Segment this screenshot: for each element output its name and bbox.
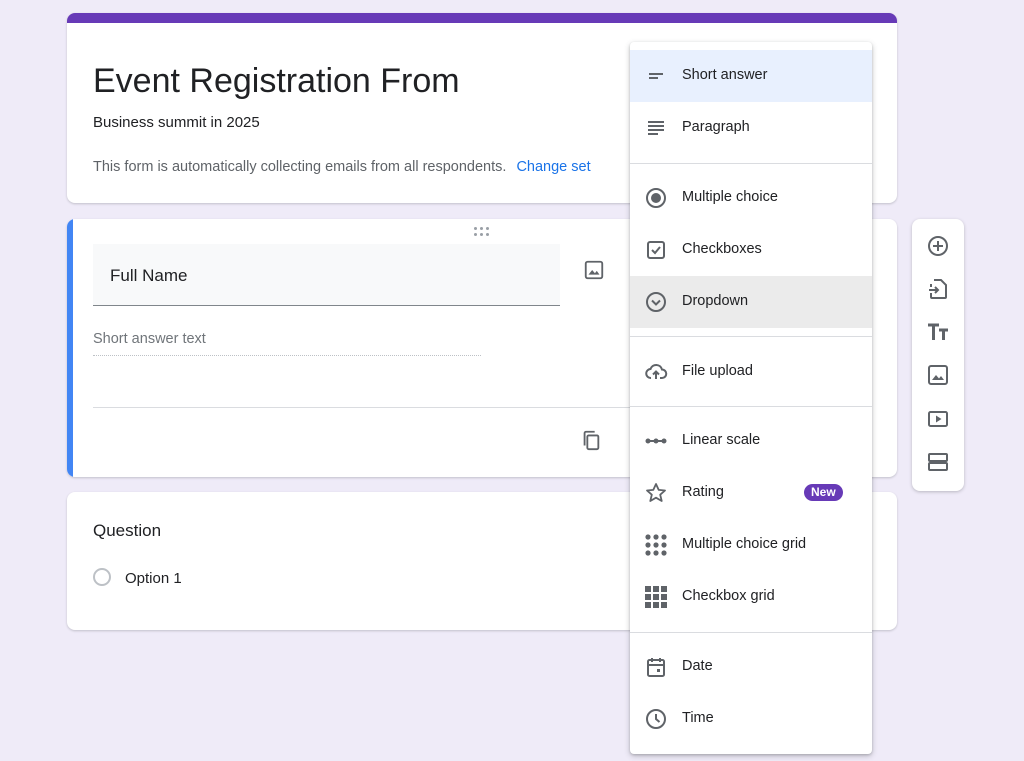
menu-item-multiple-choice[interactable]: Multiple choice bbox=[630, 172, 872, 224]
menu-item-paragraph[interactable]: Paragraph bbox=[630, 102, 872, 154]
menu-divider bbox=[630, 163, 872, 164]
menu-item-label: File upload bbox=[682, 363, 753, 379]
form-editor-page: { "form": { "title": "Event Registration… bbox=[0, 0, 1024, 761]
menu-item-label: Date bbox=[682, 658, 713, 674]
menu-item-time[interactable]: Time bbox=[630, 693, 872, 745]
add-question-icon[interactable] bbox=[926, 234, 950, 258]
menu-item-short-answer[interactable]: Short answer bbox=[630, 50, 872, 102]
clock-icon bbox=[644, 707, 668, 731]
question-title-input[interactable]: Full Name bbox=[93, 244, 560, 306]
active-question-indicator bbox=[67, 219, 73, 477]
floating-toolbar bbox=[912, 219, 964, 491]
duplicate-icon[interactable] bbox=[580, 429, 602, 451]
menu-item-checkboxes[interactable]: Checkboxes bbox=[630, 224, 872, 276]
form-title[interactable]: Event Registration From bbox=[93, 61, 460, 101]
import-questions-icon[interactable] bbox=[926, 277, 950, 301]
email-collection-note: This form is automatically collecting em… bbox=[93, 159, 591, 175]
menu-item-label: Short answer bbox=[682, 67, 767, 83]
menu-item-label: Paragraph bbox=[682, 119, 750, 135]
menu-item-label: Multiple choice grid bbox=[682, 536, 806, 552]
square-grid-icon bbox=[644, 585, 668, 609]
short-text-icon bbox=[644, 64, 668, 88]
menu-divider bbox=[630, 632, 872, 633]
add-image-icon[interactable] bbox=[926, 363, 950, 387]
menu-item-rating[interactable]: Rating New bbox=[630, 467, 872, 519]
radio-button-icon bbox=[93, 568, 111, 586]
menu-item-label: Checkbox grid bbox=[682, 588, 775, 604]
add-section-icon[interactable] bbox=[926, 450, 950, 474]
paragraph-icon bbox=[644, 116, 668, 140]
question-title-text: Full Name bbox=[110, 266, 187, 286]
menu-divider bbox=[630, 336, 872, 337]
dot-grid-icon bbox=[644, 533, 668, 557]
question-title[interactable]: Question bbox=[93, 521, 161, 541]
add-image-icon[interactable] bbox=[583, 259, 605, 281]
menu-item-label: Linear scale bbox=[682, 432, 760, 448]
menu-item-label: Multiple choice bbox=[682, 189, 778, 205]
dropdown-circle-icon bbox=[644, 290, 668, 314]
add-video-icon[interactable] bbox=[926, 407, 950, 431]
short-answer-placeholder: Short answer text bbox=[93, 331, 481, 356]
menu-item-checkbox-grid[interactable]: Checkbox grid bbox=[630, 571, 872, 623]
change-settings-link[interactable]: Change set bbox=[516, 159, 590, 175]
menu-divider bbox=[630, 406, 872, 407]
drag-handle-icon[interactable] bbox=[474, 227, 490, 237]
new-badge: New bbox=[804, 484, 843, 501]
menu-item-label: Time bbox=[682, 710, 714, 726]
option-label[interactable]: Option 1 bbox=[125, 570, 182, 587]
star-icon bbox=[644, 481, 668, 505]
menu-item-label: Dropdown bbox=[682, 293, 748, 309]
menu-item-multiple-choice-grid[interactable]: Multiple choice grid bbox=[630, 519, 872, 571]
checkbox-icon bbox=[644, 238, 668, 262]
menu-item-dropdown[interactable]: Dropdown bbox=[630, 276, 872, 328]
cloud-upload-icon bbox=[644, 360, 668, 384]
add-title-icon[interactable] bbox=[926, 320, 950, 344]
form-description[interactable]: Business summit in 2025 bbox=[93, 114, 260, 131]
calendar-icon bbox=[644, 655, 668, 679]
menu-item-label: Rating bbox=[682, 484, 724, 500]
menu-item-linear-scale[interactable]: Linear scale bbox=[630, 415, 872, 467]
question-type-menu: Short answer Paragraph Multiple choice C… bbox=[630, 42, 872, 754]
linear-scale-icon bbox=[644, 429, 668, 453]
menu-item-date[interactable]: Date bbox=[630, 641, 872, 693]
email-collection-text: This form is automatically collecting em… bbox=[93, 159, 506, 175]
menu-item-label: Checkboxes bbox=[682, 241, 762, 257]
radio-button-icon bbox=[644, 186, 668, 210]
menu-item-file-upload[interactable]: File upload bbox=[630, 346, 872, 398]
theme-color-bar bbox=[67, 13, 897, 23]
